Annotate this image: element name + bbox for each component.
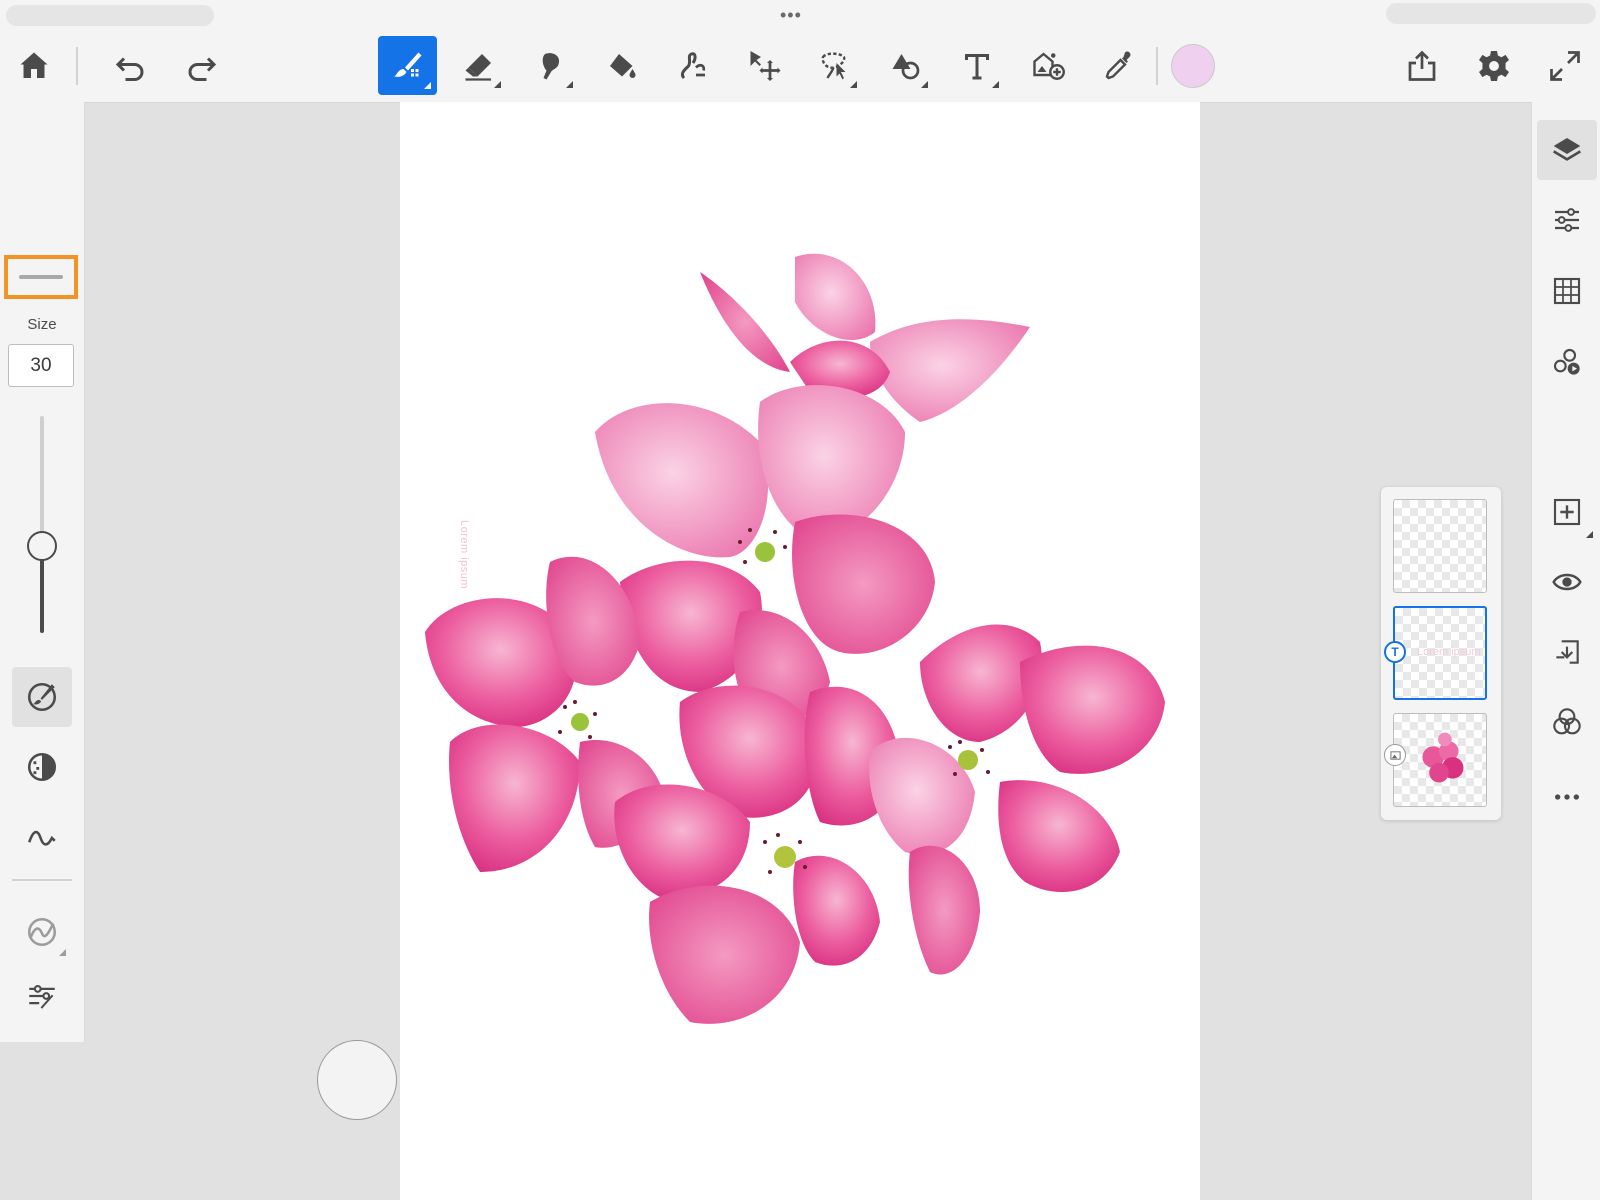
eyedropper-tool-button[interactable] [1091,38,1147,94]
brush-icon [394,52,421,77]
eyedropper-icon [1105,51,1131,80]
brush-settings-icon [27,682,57,712]
merge-down-button[interactable] [1537,622,1597,682]
layer-properties-button[interactable] [1537,190,1597,250]
size-label: Size [27,316,57,333]
layer-text-preview: Lorem ipsum [1417,646,1481,658]
flower-artwork [425,253,1165,1024]
layer-thumbnail-image[interactable] [1393,713,1487,807]
text-icon [965,54,989,80]
smudge-icon [542,53,560,80]
more-icon [1555,794,1579,800]
undo-icon [115,57,144,81]
opacity-icon [27,752,57,782]
home-icon [20,52,48,78]
fill-tool-button[interactable] [594,38,650,94]
move-transform-icon [750,51,781,81]
paint-bucket-icon [610,54,636,78]
grid-icon [1553,277,1581,305]
flow-icon [28,830,56,846]
brush-adjustments-button[interactable] [12,966,72,1026]
text-layer-badge-icon: T [1384,641,1406,663]
text-tool-button[interactable] [949,38,1005,94]
size-slider-track[interactable] [40,416,44,547]
place-image-button[interactable] [1020,38,1076,94]
properties-sliders-icon [1555,208,1579,232]
adjustments-icon [29,985,55,1009]
flower-bottom [614,685,900,1024]
current-color-swatch[interactable] [1171,44,1215,88]
home-button[interactable] [6,38,62,94]
share-button[interactable] [1394,38,1450,94]
redo-icon [188,57,217,81]
smudge-tool-button[interactable] [523,38,579,94]
layers-icon [1552,138,1582,161]
brush-preview[interactable] [4,255,78,299]
brush-stroke-preview [19,275,63,279]
undo-button[interactable] [102,38,158,94]
layers-button[interactable] [1537,120,1597,180]
transform-tool-button[interactable] [736,38,792,94]
grid-button[interactable] [1537,261,1597,321]
flower-right [869,624,1165,975]
add-layer-icon [1553,498,1581,526]
blend-icon [1553,708,1581,735]
fullscreen-button[interactable] [1537,38,1593,94]
brush-cursor-preview [317,1040,397,1120]
blend-mode-button[interactable] [1537,692,1597,752]
size-slider-thumb[interactable] [27,531,57,562]
status-pill-right [1386,3,1596,24]
layers-panel: Lorem ipsum T [1381,487,1501,820]
more-options-button[interactable] [1537,767,1597,827]
image-layer-badge-icon [1384,744,1406,766]
document-canvas[interactable]: Lorem ipsum [400,102,1200,1200]
multitasking-dots-icon[interactable]: ••• [780,6,802,24]
top-toolbar [0,30,1600,103]
eraser-tool-button[interactable] [451,38,507,94]
right-toolbar [1531,102,1600,1200]
liquify-icon [680,52,706,80]
share-icon [1408,50,1436,81]
brush-settings-button[interactable] [12,667,72,727]
flower-middle [595,385,935,722]
layer-visibility-button[interactable] [1537,552,1597,612]
libraries-icon [1553,348,1580,375]
status-pill-left [6,5,214,26]
liquify-tool-button[interactable] [665,38,721,94]
settings-button[interactable] [1466,38,1522,94]
selection-tool-button[interactable] [807,38,863,94]
size-input[interactable]: 30 [8,344,74,387]
libraries-button[interactable] [1537,332,1597,392]
layer-thumbnail-empty[interactable] [1393,499,1487,593]
brush-settings-panel: Size 30 [0,102,85,1042]
layer-thumbnail-text[interactable]: Lorem ipsum [1393,606,1487,700]
shape-icon [892,54,920,80]
brush-tool-button[interactable] [378,36,437,95]
eye-icon [1552,573,1582,591]
status-bar: ••• [0,0,1600,30]
pressure-button[interactable] [12,902,72,962]
pressure-icon [27,917,57,947]
flow-button[interactable] [12,808,72,868]
lasso-select-icon [821,52,846,80]
gear-icon [1479,51,1509,81]
place-image-icon [1033,52,1065,80]
redo-button[interactable] [174,38,230,94]
fullscreen-icon [1550,51,1580,81]
merge-down-icon [1556,640,1579,664]
image-layer-preview [1422,732,1464,783]
eraser-icon [465,54,491,81]
shape-tool-button[interactable] [878,38,934,94]
add-layer-button[interactable] [1537,482,1597,542]
opacity-button[interactable] [12,737,72,797]
